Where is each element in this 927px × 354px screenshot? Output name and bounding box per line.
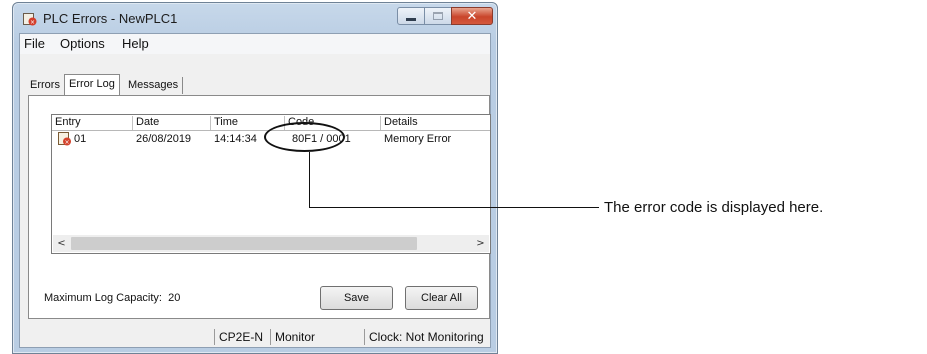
cell-time: 14:14:34 [214,133,257,145]
column-entry[interactable]: Entry [52,116,133,130]
scroll-right-icon[interactable]: > [472,235,489,252]
horizontal-scrollbar[interactable]: < > [53,235,489,252]
window-title: PLC Errors - NewPLC1 [43,11,178,26]
column-details[interactable]: Details [381,116,490,130]
column-date[interactable]: Date [133,116,211,130]
svg-text:×: × [64,139,69,146]
annotation-callout: The error code is displayed here. [604,199,824,216]
capacity-value: 20 [168,292,181,304]
menu-file[interactable]: File [24,36,45,51]
leader-line-horizontal [309,207,599,208]
plc-errors-window: × PLC Errors - NewPLC1 ✕ File Options He… [12,2,498,354]
max-log-capacity: Maximum Log Capacity: 20 [44,292,180,304]
minimize-button[interactable] [397,7,425,25]
cell-details: Memory Error [384,133,452,145]
status-clock: Clock: Not Monitoring [364,329,484,345]
tab-error-log[interactable]: Error Log [64,74,120,96]
close-button[interactable]: ✕ [451,7,493,25]
save-button[interactable]: Save [320,286,393,310]
window-client: File Options Help Errors Error Log Messa… [19,33,491,348]
scroll-left-icon[interactable]: < [53,235,70,252]
leader-line-vertical [309,152,310,208]
svg-text:×: × [30,19,35,26]
close-icon: ✕ [466,8,478,24]
code-highlight-circle [264,122,345,152]
menu-help[interactable]: Help [122,36,149,51]
clear-all-button[interactable]: Clear All [405,286,478,310]
maximize-button[interactable] [424,7,452,25]
title-bar: × PLC Errors - NewPLC1 ✕ [13,3,497,33]
status-bar: CP2E-N Monitor Clock: Not Monitoring [20,327,490,347]
scroll-thumb[interactable] [71,237,417,250]
capacity-label: Maximum Log Capacity: [44,292,162,304]
menu-bar: File Options Help [20,34,490,54]
plc-error-icon: × [23,13,37,26]
status-model: CP2E-N [214,329,263,345]
cell-entry: 01 [74,133,87,145]
tab-errors[interactable]: Errors [26,77,64,94]
maximize-icon [433,12,443,20]
status-mode: Monitor [270,329,315,345]
tab-messages[interactable]: Messages [124,77,184,94]
cell-date: 26/08/2019 [136,133,192,145]
menu-options[interactable]: Options [60,36,105,51]
minimize-icon [406,17,416,21]
error-entry-icon: × [58,132,71,146]
